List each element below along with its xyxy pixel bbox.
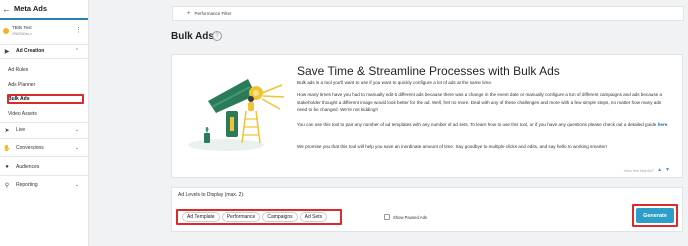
sidebar-header: ← Meta Ads: [0, 0, 88, 17]
nav-section-conversions[interactable]: ✋ Conversions ⌄: [0, 142, 88, 154]
thumbs-up-icon[interactable]: ▲: [657, 167, 662, 173]
divider: [0, 58, 88, 59]
chip-ad-template[interactable]: Ad Template: [182, 212, 220, 222]
thumbs-down-icon[interactable]: ▼: [665, 167, 670, 173]
nav-section-reporting[interactable]: ⚲ Reporting ⌄: [0, 179, 88, 191]
bulk-ads-illustration: [188, 79, 285, 151]
nav-section-label: Live: [16, 127, 26, 133]
nav-section-ad-creation[interactable]: ▶ Ad Creation ⌃: [0, 45, 88, 57]
info-paragraph-guide: You can use this tool to pair any number…: [297, 121, 672, 129]
app-title: Meta Ads: [14, 4, 48, 13]
show-paused-checkbox[interactable]: [384, 214, 390, 220]
ad-level-chips: Ad Template Performance Campaigns Ad Set…: [176, 209, 342, 225]
back-arrow-icon[interactable]: ←: [2, 4, 11, 14]
nav-section-live[interactable]: ➤ Live ⌄: [0, 124, 88, 136]
guide-text-end: .: [667, 122, 669, 127]
magnifier-icon: ⚲: [4, 182, 10, 189]
account-id: 2962000xx.x: [12, 32, 32, 36]
account-avatar: [3, 28, 9, 34]
nav-section-label: Conversions: [16, 145, 44, 151]
nav-item-video-assets[interactable]: Video Assets: [8, 111, 37, 117]
divider: [0, 156, 88, 157]
account-name: TBits Test: [12, 25, 32, 30]
generate-button[interactable]: Generate: [636, 208, 674, 223]
chevron-down-icon: ⌄: [74, 182, 79, 188]
generator-card: Ad Levels to Display (max. 2): Ad Templa…: [171, 187, 683, 232]
info-paragraph-problem: How many times have you had to manually …: [297, 92, 663, 112]
divider: [0, 122, 88, 123]
chip-campaigns[interactable]: Campaigns: [262, 212, 298, 222]
header-underline: [0, 18, 88, 20]
more-vertical-icon[interactable]: ⋮: [75, 27, 82, 34]
nav-section-label: Ad Creation: [16, 48, 45, 54]
performance-filter-label: Performance Filter: [194, 11, 232, 16]
page-title: Bulk Ads: [171, 31, 214, 42]
help-icon[interactable]: ?: [212, 31, 222, 41]
account-selector[interactable]: TBits Test 2962000xx.x ⋮: [3, 25, 85, 41]
nav-section-label: Reporting: [16, 182, 38, 188]
guide-text: You can use this tool to pair any number…: [297, 122, 658, 127]
chip-ad-sets[interactable]: Ad Sets: [299, 212, 328, 222]
handshake-icon: ✋: [3, 145, 11, 152]
ad-levels-label: Ad Levels to Display (max. 2):: [178, 192, 245, 198]
info-title: Save Time & Streamline Processes with Bu…: [297, 64, 560, 78]
people-icon: ●: [5, 164, 9, 170]
helpful-feedback: Was this helpful? ▲ ▼: [624, 167, 670, 173]
nav-item-ad-rules[interactable]: Ad Rules: [8, 67, 28, 73]
chip-performance[interactable]: Performance: [221, 212, 261, 222]
info-paragraph-intro: Bulk ads is a tool you'll want to use if…: [297, 80, 493, 85]
show-paused-ads[interactable]: Show Paused Ads: [384, 214, 427, 220]
nav-section-label: Audiences: [16, 164, 40, 170]
megaphone-icon: ▶: [4, 48, 10, 55]
highlight-box-bulk-ads: [7, 94, 84, 104]
chevron-up-icon: ⌃: [74, 48, 79, 54]
rocket-icon: ➤: [4, 127, 10, 134]
chevron-down-icon: ⌄: [74, 145, 79, 151]
divider: [0, 138, 88, 139]
guide-link[interactable]: here: [658, 122, 668, 127]
info-paragraph-promise: We promise you that this tool will help …: [297, 144, 607, 149]
info-card: Save Time & Streamline Processes with Bu…: [171, 54, 683, 178]
nav-item-ads-planner[interactable]: Ads Planner: [8, 82, 35, 88]
plus-icon: +: [187, 10, 191, 17]
performance-filter-bar[interactable]: + Performance Filter: [172, 6, 684, 21]
sidebar: ← Meta Ads TBits Test 2962000xx.x ⋮ ▶ Ad…: [0, 0, 89, 246]
nav-section-audiences[interactable]: ● Audiences: [0, 161, 88, 173]
chevron-down-icon: ⌄: [74, 127, 79, 133]
divider: [0, 175, 88, 176]
helpful-label: Was this helpful?: [623, 167, 655, 173]
show-paused-label: Show Paused Ads: [393, 214, 427, 220]
